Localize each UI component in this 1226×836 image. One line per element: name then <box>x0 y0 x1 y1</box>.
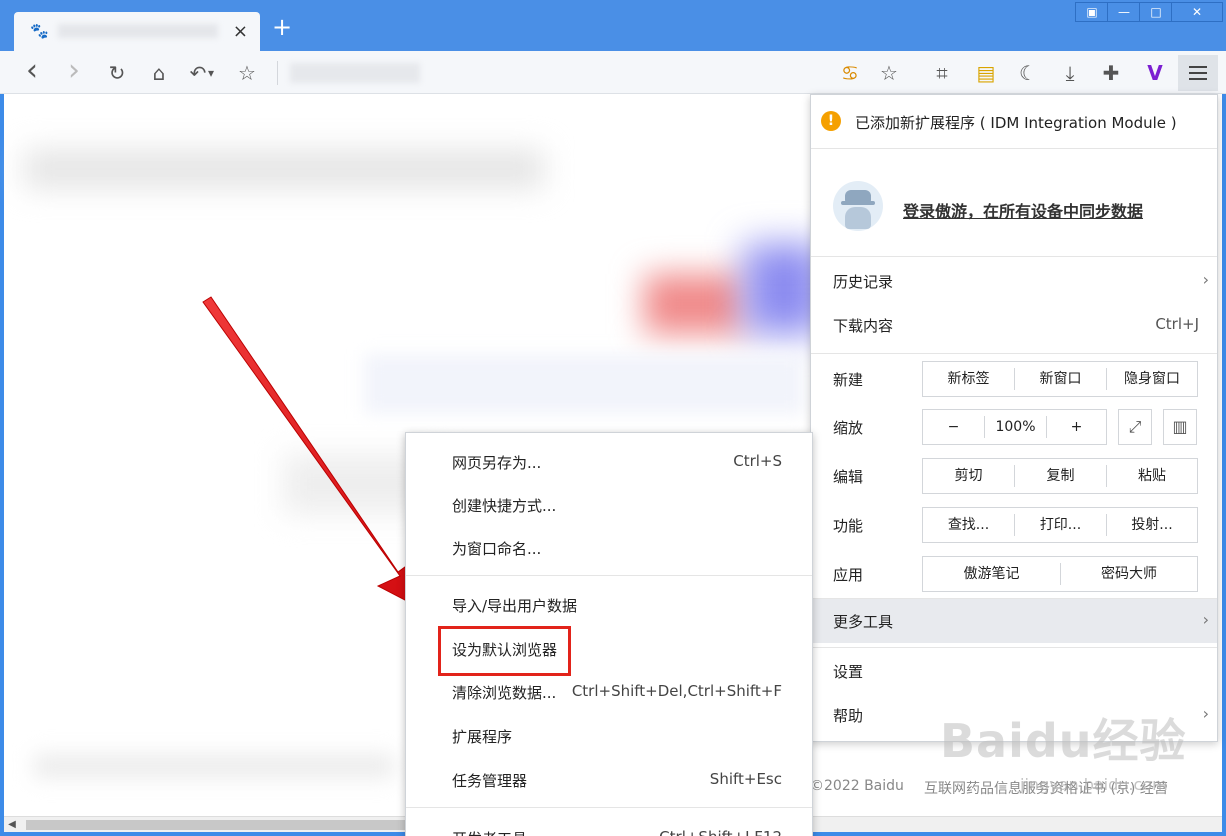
zoom-out-button[interactable]: − <box>923 410 984 444</box>
split-screen-icon[interactable]: ▥ <box>1163 409 1197 445</box>
submenu-item-clear-data[interactable]: 清除浏览数据... Ctrl+Shift+Del,Ctrl+Shift+F <box>406 671 812 714</box>
copy-button[interactable]: 复制 <box>1015 459 1106 493</box>
downloads-shortcut: Ctrl+J <box>1155 315 1199 333</box>
profile-section: 登录傲游，在所有设备中同步数据 <box>811 149 1217 257</box>
edit-button-group: 剪切 复制 粘贴 <box>922 458 1198 494</box>
maxthon-notes-button[interactable]: 傲游笔记 <box>923 557 1060 591</box>
task-manager-shortcut: Shift+Esc <box>709 770 782 788</box>
sign-in-sync-link[interactable]: 登录傲游，在所有设备中同步数据 <box>903 198 1143 222</box>
new-tab-menu-button[interactable]: 新标签 <box>923 362 1014 396</box>
new-label: 新建 <box>833 371 864 389</box>
task-manager-label: 任务管理器 <box>452 772 528 790</box>
chevron-right-icon: › <box>1202 610 1209 629</box>
functions-button-group: 查找... 打印... 投射... <box>922 507 1198 543</box>
clear-data-label: 清除浏览数据... <box>452 684 557 702</box>
menu-divider <box>811 353 1217 354</box>
functions-label: 功能 <box>833 517 864 535</box>
help-label: 帮助 <box>833 707 864 725</box>
fullscreen-icon[interactable]: ⤢ <box>1118 409 1152 445</box>
chevron-right-icon: › <box>1202 704 1209 723</box>
submenu-item-task-manager[interactable]: 任务管理器 Shift+Esc <box>406 759 812 802</box>
settings-label: 设置 <box>833 663 864 681</box>
menu-divider <box>406 807 812 808</box>
menu-item-downloads[interactable]: 下载内容 Ctrl+J <box>811 303 1217 347</box>
extension-added-notice[interactable]: ! 已添加新扩展程序 ( IDM Integration Module ) <box>811 95 1217 149</box>
zoom-control: − 100% + <box>922 409 1107 445</box>
save-as-label: 网页另存为... <box>452 454 542 472</box>
submenu-item-extensions[interactable]: 扩展程序 <box>406 715 812 758</box>
submenu-item-import-export[interactable]: 导入/导出用户数据 <box>406 584 812 627</box>
create-shortcut-label: 创建快捷方式... <box>452 497 557 515</box>
save-as-shortcut: Ctrl+S <box>733 452 782 470</box>
import-export-label: 导入/导出用户数据 <box>452 597 578 615</box>
chevron-right-icon: › <box>1202 270 1209 289</box>
new-button-group: 新标签 新窗口 隐身窗口 <box>922 361 1198 397</box>
password-master-button[interactable]: 密码大师 <box>1061 557 1197 591</box>
notice-text: 已添加新扩展程序 ( IDM Integration Module ) <box>855 114 1177 132</box>
zoom-in-button[interactable]: + <box>1047 410 1106 444</box>
history-label: 历史记录 <box>833 273 894 291</box>
cut-button[interactable]: 剪切 <box>923 459 1014 493</box>
clear-data-shortcut: Ctrl+Shift+Del,Ctrl+Shift+F <box>571 682 782 700</box>
new-window-button[interactable]: 新窗口 <box>1015 362 1106 396</box>
cast-button[interactable]: 投射... <box>1107 508 1197 542</box>
menu-item-more-tools[interactable]: 更多工具 › <box>811 599 1217 643</box>
more-tools-label: 更多工具 <box>833 613 894 631</box>
zoom-level: 100% <box>995 419 1036 435</box>
more-tools-submenu: 网页另存为... Ctrl+S 创建快捷方式... 为窗口命名... 导入/导出… <box>405 432 813 836</box>
find-button[interactable]: 查找... <box>923 508 1014 542</box>
dev-tools-shortcut: Ctrl+Shift+I,F12 <box>659 828 782 836</box>
downloads-label: 下载内容 <box>833 317 894 335</box>
apps-button-group: 傲游笔记 密码大师 <box>922 556 1198 592</box>
watermark-url: jingyan.baidu.com <box>1020 775 1168 794</box>
warning-icon: ! <box>821 111 841 131</box>
apps-label: 应用 <box>833 566 864 584</box>
dev-tools-label: 开发者工具 <box>452 828 527 836</box>
highlight-box <box>438 626 571 676</box>
submenu-item-save-as[interactable]: 网页另存为... Ctrl+S <box>406 441 812 484</box>
name-window-label: 为窗口命名... <box>452 540 542 558</box>
menu-item-history[interactable]: 历史记录 › <box>811 259 1217 303</box>
submenu-item-create-shortcut[interactable]: 创建快捷方式... <box>406 484 812 527</box>
baidu-jingyan-watermark: Baidu经验 <box>940 714 1187 768</box>
extensions-label: 扩展程序 <box>452 728 513 746</box>
zoom-label: 缩放 <box>833 419 864 437</box>
incognito-avatar-icon[interactable] <box>833 181 883 231</box>
submenu-item-name-window[interactable]: 为窗口命名... <box>406 527 812 570</box>
print-button[interactable]: 打印... <box>1015 508 1106 542</box>
menu-divider <box>811 647 1217 648</box>
paste-button[interactable]: 粘贴 <box>1107 459 1197 493</box>
menu-divider <box>406 575 812 576</box>
submenu-item-dev-tools[interactable]: 开发者工具 Ctrl+Shift+I,F12 <box>406 817 812 836</box>
main-menu: ! 已添加新扩展程序 ( IDM Integration Module ) 登录… <box>810 94 1218 742</box>
edit-label: 编辑 <box>833 468 864 486</box>
incognito-window-button[interactable]: 隐身窗口 <box>1107 362 1197 396</box>
menu-item-settings[interactable]: 设置 <box>811 649 1217 693</box>
